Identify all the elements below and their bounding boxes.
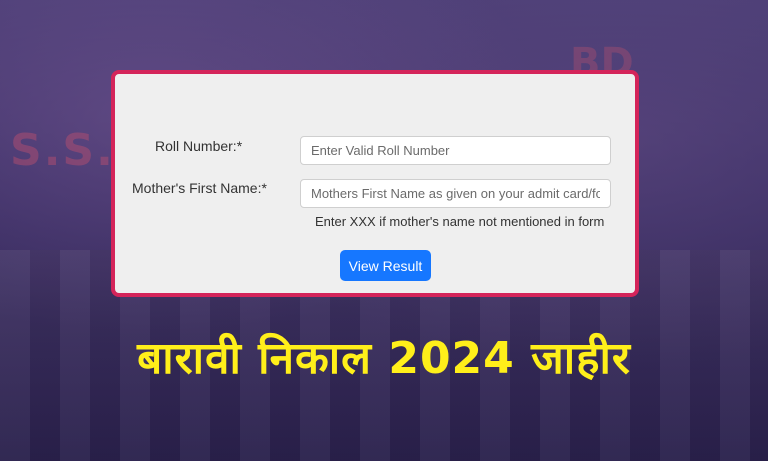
mother-name-hint: Enter XXX if mother's name not mentioned… (315, 214, 605, 229)
mother-name-label: Mother's First Name:* (132, 180, 267, 196)
result-form-card: Roll Number:* Mother's First Name:* Ente… (111, 70, 639, 297)
headline-text: बारावी निकाल 2024 जाहीर (137, 333, 631, 384)
background-sign-left: S.S. (10, 125, 115, 176)
view-result-button[interactable]: View Result (340, 250, 431, 281)
roll-number-label: Roll Number:* (155, 138, 243, 154)
roll-number-input[interactable] (300, 136, 611, 165)
mother-name-input[interactable] (300, 179, 611, 208)
